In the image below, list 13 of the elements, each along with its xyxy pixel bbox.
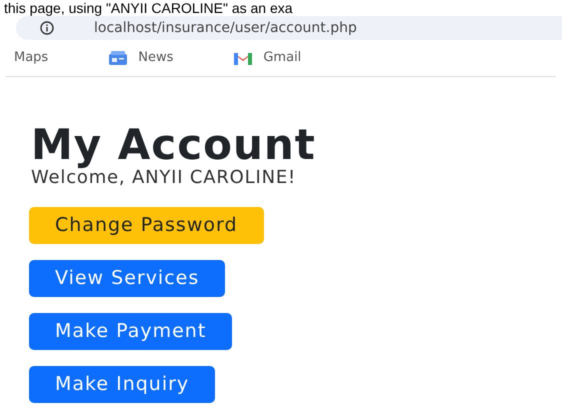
action-button[interactable]: View Services [29,260,226,297]
bookmark-link[interactable]: Maps [6,44,56,72]
mail-icon [233,50,254,66]
bookmark-link[interactable]: Gmail [225,44,310,72]
bookmark-link[interactable]: News [100,44,182,72]
newspaper-icon [108,50,128,66]
welcome-text: Welcome, ANYII CAROLINE! [31,167,298,189]
action-button[interactable]: Change Password [29,207,264,244]
info-icon[interactable] [40,21,54,35]
action-button[interactable]: Make Inquiry [29,366,216,403]
page-heading: My Account [31,123,317,167]
document-caption: this page, using "ANYII CAROLINE" as an exa [4,0,293,16]
action-button[interactable]: Make Payment [29,313,232,350]
